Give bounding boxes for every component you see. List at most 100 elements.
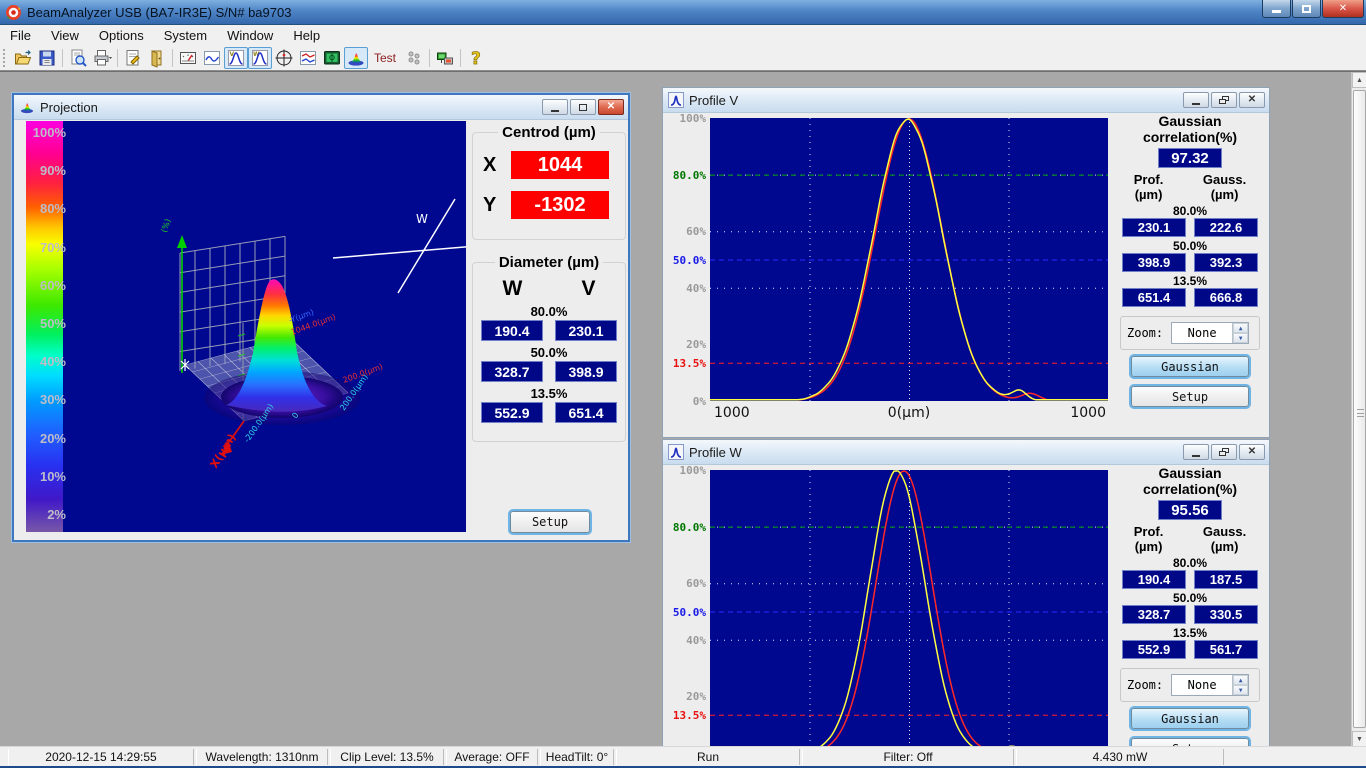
trend-chart-button[interactable]: [200, 47, 224, 69]
status-cell-2: Clip Level: 13.5%: [330, 749, 444, 765]
projection-setup-button[interactable]: Setup: [510, 511, 590, 533]
zoom-spinner[interactable]: None ▲▼: [1171, 322, 1249, 344]
zoom-label: Zoom:: [1127, 678, 1163, 692]
minimize-button[interactable]: [1262, 0, 1291, 18]
mdi-workspace: Projection ✕: [0, 71, 1366, 746]
pattern-button[interactable]: [402, 47, 426, 69]
app-title-bar[interactable]: BeamAnalyzer USB (BA7-IR3E) S/N# ba9703 …: [0, 0, 1366, 25]
green-display-icon: [322, 48, 342, 68]
profile-v-setup-button[interactable]: Setup: [1131, 386, 1249, 407]
diameter-v-80: 230.1: [555, 320, 617, 341]
profile-w-restore-button[interactable]: [1211, 444, 1237, 460]
pct-80: 80.0%: [1114, 204, 1266, 218]
colorbar-label: 90%: [26, 163, 66, 178]
intensity-axis-label: (%): [159, 218, 172, 234]
zoom-spinner[interactable]: None ▲▼: [1171, 674, 1249, 696]
maximize-button[interactable]: [1292, 0, 1321, 18]
pct-13: 13.5%: [1114, 274, 1266, 288]
display-button[interactable]: [320, 47, 344, 69]
prof-13: 651.4: [1122, 288, 1186, 307]
test-button[interactable]: Test: [368, 47, 402, 69]
profile-w-close-button[interactable]: ✕: [1239, 444, 1265, 460]
colorbar-label: 80%: [26, 201, 66, 216]
y-axis-label: 100%: [680, 112, 707, 125]
scrollbar-thumb[interactable]: [1353, 90, 1366, 728]
toolbar-grip[interactable]: [3, 49, 8, 67]
profile-v-restore-button[interactable]: [1211, 92, 1237, 108]
prof-col-header: Prof.: [1134, 172, 1164, 187]
print-preview-button[interactable]: [66, 47, 90, 69]
profile-v-minimize-button[interactable]: [1183, 92, 1209, 108]
profile-v-title-bar[interactable]: Profile V ✕: [663, 88, 1269, 113]
menu-view[interactable]: View: [41, 26, 89, 45]
exit-button[interactable]: [145, 47, 169, 69]
intensity-axis-arrow: [177, 235, 187, 248]
zoom-down-arrow[interactable]: ▼: [1233, 333, 1248, 343]
devices-button[interactable]: [433, 47, 457, 69]
profile-w-toggle-button[interactable]: W: [248, 47, 272, 69]
projection-close-button[interactable]: ✕: [598, 99, 624, 115]
print-button[interactable]: [90, 47, 114, 69]
scroll-up-button[interactable]: ▲: [1352, 72, 1366, 88]
alignment-button[interactable]: [296, 47, 320, 69]
y-axis-label: 20%: [686, 338, 706, 351]
devices-icon: [435, 48, 455, 68]
w-axis-label: W: [416, 212, 428, 226]
power-meter-button[interactable]: [176, 47, 200, 69]
correlation-title-line2: correlation(%): [1114, 129, 1266, 145]
projection-title-bar[interactable]: Projection ✕: [14, 95, 628, 120]
svg-text:?: ?: [471, 49, 481, 68]
zoom-label: Zoom:: [1127, 326, 1163, 340]
x-tick-right: 1000: [1070, 405, 1106, 421]
status-cell-0: 2020-12-15 14:29:55: [8, 749, 194, 765]
zoom-down-arrow[interactable]: ▼: [1233, 685, 1248, 695]
y-axis-label: 20%: [686, 690, 706, 703]
profile-w-window-icon: [668, 444, 684, 460]
scroll-down-button[interactable]: ▼: [1352, 731, 1366, 746]
colorbar-label: 10%: [26, 469, 66, 484]
profile-v-close-button[interactable]: ✕: [1239, 92, 1265, 108]
menu-help[interactable]: Help: [283, 26, 330, 45]
close-button[interactable]: ✕: [1322, 0, 1364, 18]
profile-w-title-bar[interactable]: Profile W ✕: [663, 440, 1269, 465]
correlation-title-line2: correlation(%): [1114, 481, 1266, 497]
profile-v-window-icon: [668, 92, 684, 108]
projection-minimize-button[interactable]: [542, 99, 568, 115]
profile-v-toggle-button[interactable]: V: [224, 47, 248, 69]
colorbar-label: 50%: [26, 316, 66, 331]
status-cell-3: Average: OFF: [446, 749, 538, 765]
mdi-vertical-scrollbar[interactable]: ▲ ▼: [1351, 72, 1366, 746]
profile-v-gaussian-button[interactable]: Gaussian: [1131, 356, 1249, 377]
menu-options[interactable]: Options: [89, 26, 154, 45]
row-80: 230.1 222.6: [1114, 218, 1266, 237]
status-cell-4: HeadTilt: 0°: [540, 749, 614, 765]
projection-maximize-button[interactable]: [570, 99, 596, 115]
row-50: 328.7 330.5: [1114, 605, 1266, 624]
profile-w-window: Profile W ✕ 100%80.0%60%50.0%40%20%13.5%…: [662, 439, 1270, 746]
profile-w-gaussian-button[interactable]: Gaussian: [1131, 708, 1249, 729]
projection-side-panel: Centrod (µm) X 1044 Y -1302 Diameter (µm…: [472, 121, 626, 536]
profile-v-chart: [710, 118, 1108, 401]
y-axis-label: 40%: [686, 282, 706, 295]
prof-80: 190.4: [1122, 570, 1186, 589]
crosshair-icon: [274, 48, 294, 68]
beam-3d-surface: (%) X(µm) W V -200.0(µm) 0 200.0(µm) -Y(…: [26, 121, 466, 532]
properties-button[interactable]: [121, 47, 145, 69]
profile-w-setup-button[interactable]: Setup: [1131, 738, 1249, 746]
menu-system[interactable]: System: [154, 26, 217, 45]
profile-w-minimize-button[interactable]: [1183, 444, 1209, 460]
projection-3d-toggle-button[interactable]: [344, 47, 368, 69]
open-button[interactable]: [11, 47, 35, 69]
menu-file[interactable]: File: [0, 26, 41, 45]
centering-button[interactable]: [272, 47, 296, 69]
help-button[interactable]: ?: [464, 47, 488, 69]
save-button[interactable]: [35, 47, 59, 69]
zoom-up-arrow[interactable]: ▲: [1233, 675, 1248, 685]
row-80: 190.4 187.5: [1114, 570, 1266, 589]
menu-bar: File View Options System Window Help: [0, 25, 1366, 46]
centroid-y-value: -1302: [511, 191, 609, 219]
zoom-up-arrow[interactable]: ▲: [1233, 323, 1248, 333]
print-preview-icon: [68, 48, 88, 68]
status-cell-7: 4.430 mW: [1016, 749, 1224, 765]
menu-window[interactable]: Window: [217, 26, 283, 45]
